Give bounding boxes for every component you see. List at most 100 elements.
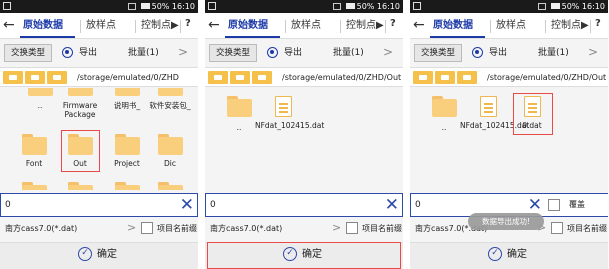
chevron-right-icon[interactable]: > bbox=[178, 45, 188, 59]
tab-raw-data[interactable]: 原始数据 bbox=[228, 19, 268, 33]
new-folder-icon[interactable] bbox=[47, 71, 67, 84]
help-button[interactable]: ? bbox=[390, 18, 396, 29]
radio-selected-icon[interactable] bbox=[267, 47, 278, 58]
clear-x-icon[interactable]: ✕ bbox=[180, 195, 194, 215]
tab-divider bbox=[285, 20, 286, 33]
folder-icon bbox=[68, 182, 93, 190]
folder-icon bbox=[115, 134, 140, 155]
status-info: 50% 16:10 bbox=[127, 0, 195, 13]
up-folder-icon[interactable] bbox=[230, 71, 250, 84]
format-row: 南方cass7.0(*.dat) > 项目名前缀 bbox=[0, 218, 198, 240]
up-folder-icon[interactable] bbox=[435, 71, 455, 84]
tab-control[interactable]: 控制点▶ bbox=[141, 19, 179, 33]
file-icon bbox=[480, 96, 497, 117]
tab-control[interactable]: 控制点▶ bbox=[346, 19, 384, 33]
battery-icon bbox=[345, 3, 355, 9]
help-button[interactable]: ? bbox=[185, 18, 191, 29]
project-prefix-checkbox[interactable] bbox=[141, 222, 153, 234]
new-folder-icon[interactable] bbox=[252, 71, 272, 84]
filename-input[interactable]: 0 ✕ bbox=[0, 193, 198, 217]
overwrite-checkbox[interactable] bbox=[548, 199, 560, 211]
filename-value: 0 bbox=[415, 200, 421, 210]
notification-icon bbox=[208, 2, 216, 10]
home-folder-icon[interactable] bbox=[3, 71, 23, 84]
confirm-button[interactable]: ✓ 确定 bbox=[0, 242, 198, 269]
folder-icon bbox=[68, 88, 93, 96]
batch-button[interactable]: 批量(1) bbox=[538, 47, 569, 59]
confirm-label: 确定 bbox=[507, 249, 527, 260]
chevron-right-icon[interactable]: > bbox=[127, 221, 136, 235]
filename-value: 0 bbox=[210, 200, 216, 210]
help-button[interactable]: ? bbox=[595, 18, 601, 29]
batch-button[interactable]: 批量(1) bbox=[333, 47, 364, 59]
export-label: 导出 bbox=[284, 48, 303, 58]
exchange-type-button[interactable]: 交换类型 bbox=[209, 44, 257, 62]
status-info: 50% 16:10 bbox=[537, 0, 605, 13]
radio-selected-icon[interactable] bbox=[472, 47, 483, 58]
path-bar: /storage/emulated/0/ZHD/Out bbox=[410, 67, 608, 87]
tab-stakeout[interactable]: 放样点 bbox=[496, 19, 526, 33]
file-list: .. NFdat_102415.dat bbox=[205, 88, 403, 190]
tab-bar: ← 原始数据 放样点 控制点▶ ? bbox=[205, 13, 403, 39]
current-path: /storage/emulated/0/ZHD bbox=[77, 73, 179, 82]
back-arrow-icon[interactable]: ← bbox=[3, 16, 15, 34]
signal-icon bbox=[127, 3, 136, 10]
folder-icon bbox=[22, 182, 47, 190]
confirm-label: 确定 bbox=[97, 249, 117, 260]
tab-divider bbox=[340, 20, 341, 33]
tab-divider bbox=[590, 20, 591, 33]
format-row: 南方cass7.0(*.dat) > 项目名前缀 bbox=[205, 218, 403, 240]
tab-active-indicator bbox=[225, 36, 280, 38]
confirm-button[interactable]: ✓ 确定 bbox=[410, 242, 608, 269]
tab-stakeout[interactable]: 放样点 bbox=[86, 19, 116, 33]
tab-bar: ← 原始数据 放样点 控制点▶ ? bbox=[0, 13, 198, 39]
format-select[interactable]: 南方cass7.0(*.dat) bbox=[210, 223, 282, 234]
tab-divider bbox=[80, 20, 81, 33]
batch-button[interactable]: 批量(1) bbox=[128, 47, 159, 59]
chevron-right-icon[interactable]: > bbox=[588, 45, 598, 59]
format-select[interactable]: 南方cass7.0(*.dat) bbox=[5, 223, 77, 234]
chevron-right-icon[interactable]: > bbox=[332, 221, 341, 235]
folder-icon bbox=[115, 182, 140, 190]
export-label: 导出 bbox=[489, 48, 508, 58]
signal-icon bbox=[332, 3, 341, 10]
status-bar: 50% 16:10 bbox=[205, 0, 403, 13]
tab-active-indicator bbox=[430, 36, 485, 38]
tab-raw-data[interactable]: 原始数据 bbox=[23, 19, 63, 33]
filename-input[interactable]: 0 ✕ bbox=[205, 193, 403, 217]
file-icon bbox=[275, 96, 292, 117]
folder-icon bbox=[432, 96, 457, 117]
export-success-toast: 数据导出成功! bbox=[468, 213, 544, 230]
status-bar: 50% 16:10 bbox=[410, 0, 608, 13]
file-item-label: 软件安装包_ bbox=[149, 101, 191, 110]
tab-raw-data[interactable]: 原始数据 bbox=[433, 19, 473, 33]
tab-stakeout[interactable]: 放样点 bbox=[291, 19, 321, 33]
file-item-label: NFdat_102415.dat bbox=[255, 121, 325, 130]
panel-export-step-1: 50% 16:10 ← 原始数据 放样点 控制点▶ ? 交换类型 导出 批量(1… bbox=[0, 0, 198, 269]
tab-control[interactable]: 控制点▶ bbox=[551, 19, 589, 33]
radio-selected-icon[interactable] bbox=[62, 47, 73, 58]
export-label: 导出 bbox=[79, 48, 98, 58]
home-folder-icon[interactable] bbox=[208, 71, 228, 84]
clear-x-icon[interactable]: ✕ bbox=[385, 195, 399, 215]
clear-x-icon[interactable]: ✕ bbox=[528, 195, 542, 215]
confirm-check-icon: ✓ bbox=[488, 247, 502, 261]
chevron-right-icon[interactable]: > bbox=[383, 45, 393, 59]
tab-bar: ← 原始数据 放样点 控制点▶ ? bbox=[410, 13, 608, 39]
project-prefix-checkbox[interactable] bbox=[346, 222, 358, 234]
home-folder-icon[interactable] bbox=[413, 71, 433, 84]
exchange-type-button[interactable]: 交换类型 bbox=[414, 44, 462, 62]
exchange-type-button[interactable]: 交换类型 bbox=[4, 44, 52, 62]
back-arrow-icon[interactable]: ← bbox=[208, 16, 220, 34]
three-step-screenshot: 50% 16:10 ← 原始数据 放样点 控制点▶ ? 交换类型 导出 批量(1… bbox=[0, 0, 609, 269]
folder-icon bbox=[158, 134, 183, 155]
back-arrow-icon[interactable]: ← bbox=[413, 16, 425, 34]
battery-icon bbox=[550, 3, 560, 9]
new-folder-icon[interactable] bbox=[457, 71, 477, 84]
project-prefix-checkbox[interactable] bbox=[551, 222, 563, 234]
folder-icon bbox=[227, 96, 252, 117]
notification-icon bbox=[3, 2, 11, 10]
options-row: 交换类型 导出 批量(1) > bbox=[205, 40, 403, 66]
signal-icon bbox=[537, 3, 546, 10]
up-folder-icon[interactable] bbox=[25, 71, 45, 84]
